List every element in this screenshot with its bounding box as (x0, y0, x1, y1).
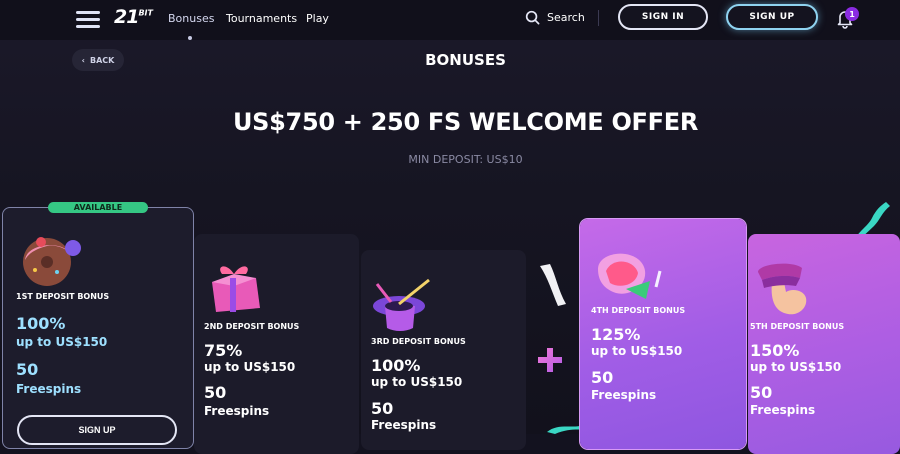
bonus-percent: 100% (16, 314, 66, 333)
freespins-label: Freespins (204, 404, 270, 418)
card-title: 2ND DEPOSIT BONUS (204, 322, 300, 331)
magic-hat-icon (373, 278, 430, 331)
plus-icon (538, 348, 562, 372)
bonus-up-to: up to US$150 (204, 360, 296, 374)
bonus-card-3[interactable]: 3RD DEPOSIT BONUS 100% up to US$150 50 F… (361, 250, 526, 450)
welcome-offer-title: US$750 + 250 FS WELCOME OFFER (232, 108, 699, 136)
sign-in-button[interactable]: SIGN IN (618, 4, 708, 30)
bonus-card-2[interactable]: 2ND DEPOSIT BONUS 75% up to US$150 50 Fr… (194, 234, 359, 454)
card-title: 3RD DEPOSIT BONUS (371, 337, 466, 346)
bonus-up-to: up to US$150 (750, 360, 842, 374)
top-header: 21BIT Bonuses Tournaments Play Search SI… (0, 0, 900, 40)
logo[interactable]: 21BIT (114, 6, 153, 28)
donut-icon (23, 237, 81, 286)
search-label: Search (547, 11, 585, 24)
bonus-card-1[interactable]: 1ST DEPOSIT BONUS 100% up to US$150 50 F… (2, 207, 194, 449)
ribbon-decoration-icon (540, 264, 566, 306)
min-deposit-text: MIN DEPOSIT: US$10 (408, 153, 523, 166)
freespins-label: Freespins (750, 403, 816, 417)
bonus-up-to: up to US$150 (371, 375, 463, 389)
card-title: 5TH DEPOSIT BONUS (750, 322, 845, 331)
logo-suffix: BIT (138, 8, 153, 18)
search-button[interactable]: Search (525, 10, 585, 25)
freespins-count: 50 (16, 360, 39, 379)
freespins-count: 50 (750, 383, 773, 402)
nav-bonuses[interactable]: Bonuses (168, 12, 214, 25)
freespins-label: Freespins (16, 382, 82, 396)
logo-text: 21 (114, 6, 139, 28)
gift-icon (212, 266, 260, 312)
card-sign-up-button[interactable]: SIGN UP (17, 415, 177, 445)
bonus-percent: 75% (204, 341, 243, 360)
bonus-up-to: up to US$150 (591, 344, 683, 358)
bonus-card-4[interactable]: 4TH DEPOSIT BONUS 125% up to US$150 50 F… (580, 219, 746, 449)
bonus-up-to: up to US$150 (16, 335, 108, 349)
available-badge: AVAILABLE (48, 202, 148, 213)
bonus-percent: 150% (750, 341, 800, 360)
header-divider (598, 10, 599, 26)
hand-icon (758, 263, 807, 315)
nav-play[interactable]: Play (306, 12, 329, 25)
sign-up-button[interactable]: SIGN UP (726, 4, 818, 30)
active-nav-indicator (188, 36, 192, 40)
notification-badge: 1 (845, 7, 859, 21)
page-title: BONUSES (425, 51, 506, 69)
freespins-count: 50 (371, 399, 394, 418)
freespins-label: Freespins (371, 418, 437, 432)
nav-tournaments[interactable]: Tournaments (226, 12, 297, 25)
card-title: 4TH DEPOSIT BONUS (591, 306, 686, 315)
menu-icon[interactable] (76, 11, 100, 28)
bonus-card-5[interactable]: 5TH DEPOSIT BONUS 150% up to US$150 50 F… (748, 234, 900, 454)
bonus-percent: 125% (591, 325, 641, 344)
watermelon-icon (598, 253, 662, 299)
freespins-count: 50 (204, 383, 227, 402)
search-icon (525, 10, 540, 25)
freespins-count: 50 (591, 368, 614, 387)
bonus-percent: 100% (371, 356, 421, 375)
card-title: 1ST DEPOSIT BONUS (16, 292, 110, 301)
freespins-label: Freespins (591, 388, 657, 402)
